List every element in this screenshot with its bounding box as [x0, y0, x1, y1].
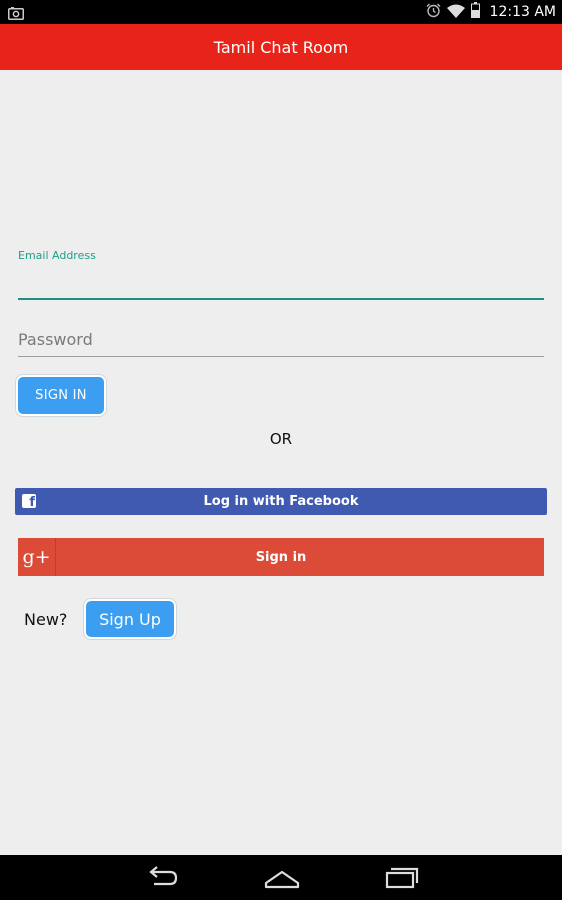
wifi-icon [446, 3, 465, 22]
status-time: 12:13 AM [489, 4, 556, 20]
status-bar: 12:13 AM [0, 0, 562, 24]
google-sign-in-label: Sign in [255, 549, 307, 565]
sign-up-button[interactable]: Sign Up [84, 599, 176, 639]
facebook-login-label: Log in with Facebook [203, 494, 359, 509]
facebook-icon: f [22, 494, 36, 510]
or-divider-text: OR [269, 430, 293, 448]
navigation-bar [0, 855, 562, 900]
google-plus-icon: g+ [18, 538, 56, 576]
app-title: Tamil Chat Room [213, 37, 349, 57]
password-field[interactable] [18, 326, 544, 357]
sign-in-button[interactable]: SIGN IN [16, 375, 106, 416]
back-icon[interactable] [142, 863, 182, 891]
email-label: Email Address [18, 249, 96, 262]
email-field[interactable] [18, 266, 544, 300]
recents-icon[interactable] [382, 863, 422, 891]
facebook-login-button[interactable]: f Log in with Facebook [15, 488, 547, 515]
alarm-icon [426, 3, 441, 22]
home-icon[interactable] [262, 863, 302, 891]
new-user-prompt: New? [24, 610, 68, 629]
battery-icon [470, 2, 480, 22]
google-sign-in-button[interactable]: g+ Sign in [18, 538, 544, 576]
screenshot-icon [8, 5, 24, 24]
app-bar: Tamil Chat Room [0, 24, 562, 70]
